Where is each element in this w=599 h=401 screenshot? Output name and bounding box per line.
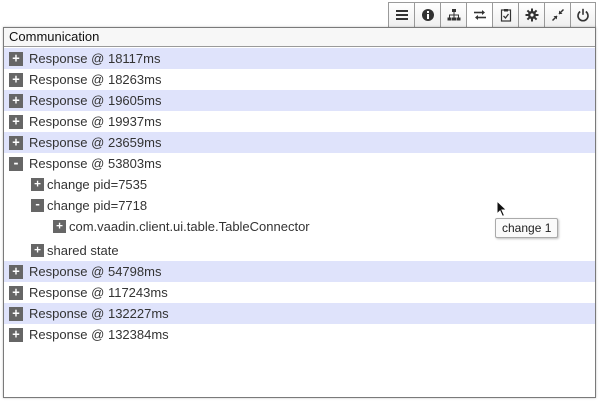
response-label: Response @ 23659ms bbox=[29, 135, 162, 150]
expand-icon[interactable]: + bbox=[9, 72, 23, 87]
hierarchy-icon bbox=[447, 9, 460, 21]
communication-button[interactable] bbox=[466, 2, 492, 28]
tooltip: change 1 bbox=[495, 218, 559, 238]
response-label: Response @ 117243ms bbox=[29, 285, 168, 300]
response-row[interactable]: + Response @ 117243ms bbox=[4, 282, 595, 303]
shared-state-label: shared state bbox=[47, 243, 119, 258]
response-label: Response @ 18263ms bbox=[29, 72, 162, 87]
info-button[interactable] bbox=[414, 2, 440, 28]
expand-icon[interactable]: + bbox=[9, 285, 23, 300]
response-row[interactable]: + Response @ 54798ms bbox=[4, 261, 595, 282]
power-icon bbox=[577, 8, 589, 22]
response-row[interactable]: + Response @ 18263ms bbox=[4, 69, 595, 90]
close-button[interactable] bbox=[570, 2, 596, 28]
change-label: change pid=7535 bbox=[47, 177, 148, 192]
shared-state-row[interactable]: + shared state bbox=[4, 240, 595, 261]
expand-icon[interactable]: + bbox=[31, 178, 44, 191]
hierarchy-button[interactable] bbox=[440, 2, 466, 28]
connector-label: com.vaadin.client.ui.table.TableConnecto… bbox=[69, 219, 310, 234]
panel-title: Communication bbox=[4, 28, 595, 47]
debug-toolbar bbox=[388, 2, 596, 28]
expand-icon[interactable]: + bbox=[31, 244, 44, 257]
response-row[interactable]: + Response @ 132384ms bbox=[4, 324, 595, 345]
response-row[interactable]: + Response @ 132227ms bbox=[4, 303, 595, 324]
response-label: Response @ 19937ms bbox=[29, 114, 162, 129]
test-bench-button[interactable] bbox=[492, 2, 518, 28]
expand-icon[interactable]: + bbox=[9, 306, 23, 321]
expand-icon[interactable]: + bbox=[9, 51, 23, 66]
response-row[interactable]: + Response @ 19605ms bbox=[4, 90, 595, 111]
expand-icon[interactable]: + bbox=[9, 114, 23, 129]
response-row[interactable]: + Response @ 19937ms bbox=[4, 111, 595, 132]
collapse-icon[interactable]: - bbox=[31, 199, 44, 212]
change-label: change pid=7718 bbox=[47, 198, 148, 213]
minimize-icon bbox=[551, 8, 564, 22]
response-label: Response @ 53803ms bbox=[29, 156, 162, 171]
menu-button[interactable] bbox=[388, 2, 414, 28]
response-label: Response @ 19605ms bbox=[29, 93, 162, 108]
response-row[interactable]: + Response @ 23659ms bbox=[4, 132, 595, 153]
info-icon bbox=[421, 9, 434, 21]
mouse-cursor-icon bbox=[496, 200, 508, 218]
expand-icon[interactable]: + bbox=[53, 220, 66, 233]
expand-icon[interactable]: + bbox=[9, 327, 23, 342]
response-row[interactable]: + Response @ 18117ms bbox=[4, 48, 595, 69]
settings-button[interactable] bbox=[518, 2, 544, 28]
change-row[interactable]: + change pid=7535 bbox=[4, 174, 595, 195]
gear-icon bbox=[525, 8, 538, 22]
response-label: Response @ 18117ms bbox=[29, 51, 161, 66]
expand-icon[interactable]: + bbox=[9, 264, 23, 279]
collapse-icon[interactable]: - bbox=[9, 156, 23, 171]
response-label: Response @ 54798ms bbox=[29, 264, 162, 279]
menu-icon bbox=[395, 10, 408, 20]
minimize-button[interactable] bbox=[544, 2, 570, 28]
debug-window: Communication + Response @ 18117ms + Res… bbox=[0, 0, 599, 401]
expand-icon[interactable]: + bbox=[9, 93, 23, 108]
response-label: Response @ 132227ms bbox=[29, 306, 169, 321]
message-list: + Response @ 18117ms + Response @ 18263m… bbox=[4, 47, 595, 345]
response-row-expanded[interactable]: - Response @ 53803ms bbox=[4, 153, 595, 174]
response-label: Response @ 132384ms bbox=[29, 327, 169, 342]
clipboard-check-icon bbox=[500, 9, 511, 22]
network-icon bbox=[473, 10, 486, 20]
expand-icon[interactable]: + bbox=[9, 135, 23, 150]
